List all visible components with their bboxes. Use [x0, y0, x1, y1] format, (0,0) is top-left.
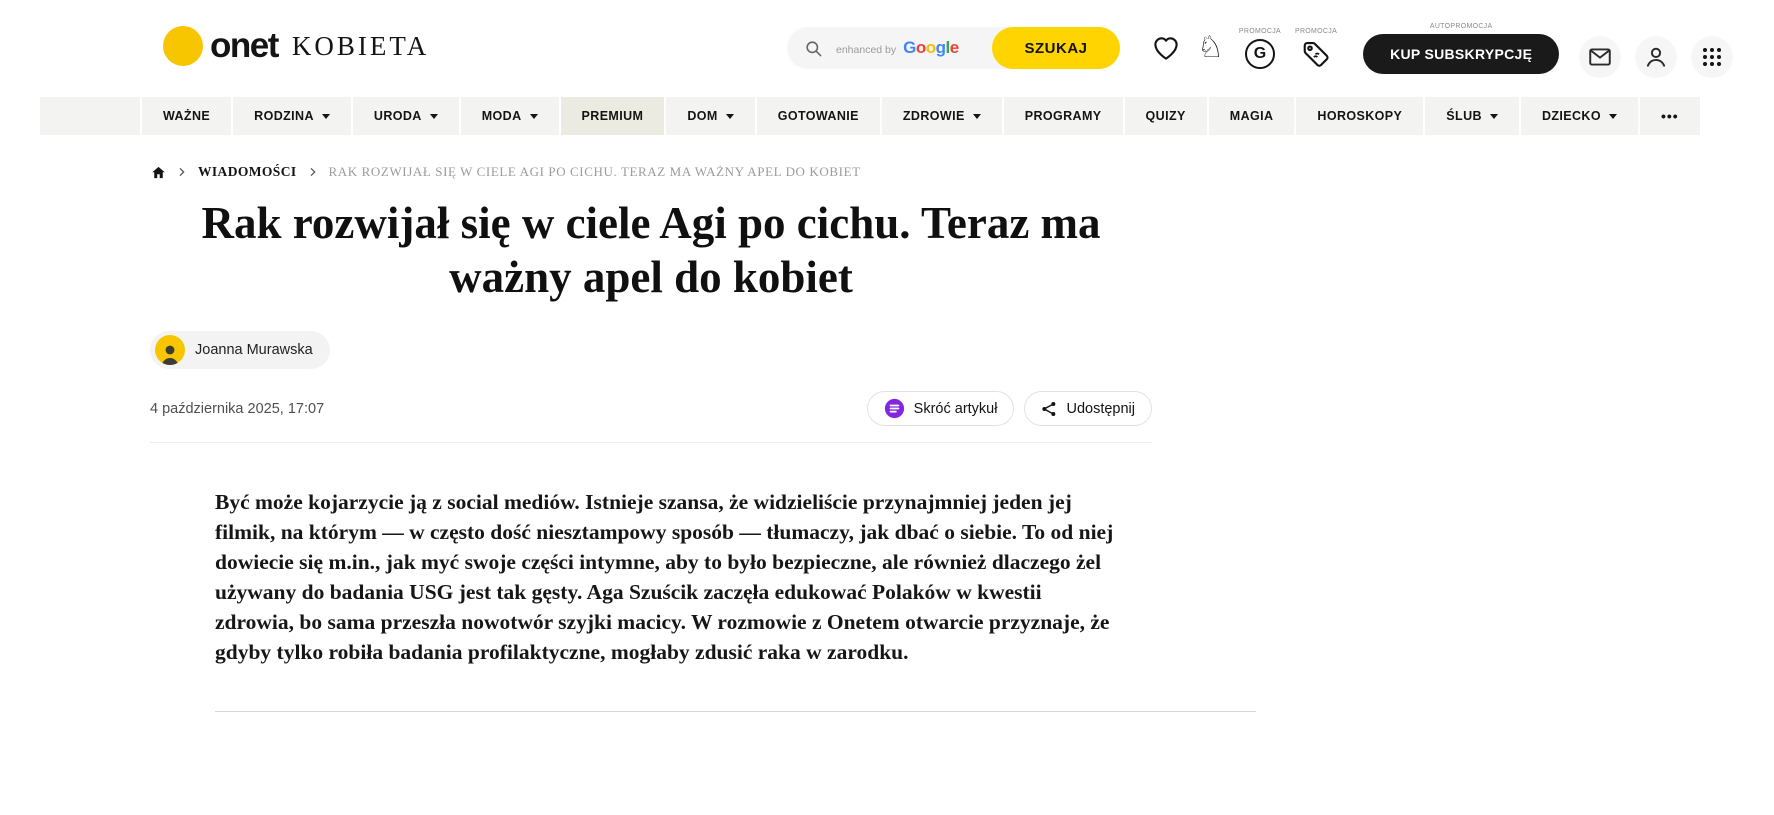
g-promo-icon: G — [1244, 38, 1275, 69]
games-button[interactable]: ♘ — [1181, 33, 1224, 63]
heart-icon — [1154, 37, 1178, 60]
nav-item-moda[interactable]: MODA — [460, 97, 559, 135]
article-actions: Skróć artykuł Udostępnij — [866, 391, 1152, 426]
chevron-down-icon — [1489, 113, 1498, 119]
nav-item-zdrowie[interactable]: ZDROWIE — [881, 97, 1002, 135]
site-logo[interactable]: onet KOBIETA — [163, 26, 429, 66]
user-icon — [1647, 47, 1666, 67]
chevron-right-icon — [179, 168, 185, 176]
account-button[interactable] — [1635, 36, 1678, 78]
nav-item-wazne[interactable]: WAŻNE — [142, 97, 232, 135]
chevron-down-icon — [321, 113, 330, 119]
apps-menu-button[interactable] — [1691, 36, 1734, 78]
logo-section-text: KOBIETA — [291, 30, 430, 61]
person-icon — [161, 345, 179, 365]
nav-item-dom[interactable]: DOM — [666, 97, 755, 135]
breadcrumb-current: RAK ROZWIJAŁ SIĘ W CIELE AGI PO CICHU. T… — [328, 164, 861, 179]
logo-brand-text: onet — [210, 26, 279, 65]
chess-knight-icon: ♘ — [1197, 31, 1224, 64]
chevron-down-icon — [529, 113, 538, 119]
share-icon — [1042, 401, 1056, 416]
apps-grid-icon — [1703, 48, 1722, 66]
onet-logo-icon — [163, 26, 203, 66]
author-row: Joanna Murawska — [150, 331, 1152, 370]
price-tag-icon — [1303, 41, 1329, 67]
nav-item-horoskopy[interactable]: HOROSKOPY — [1296, 97, 1424, 135]
search-placeholder: enhanced by G o o g l e — [836, 38, 959, 57]
nav-item-magia[interactable]: MAGIA — [1208, 97, 1295, 135]
chevron-down-icon — [429, 113, 438, 119]
share-button[interactable]: Udostępnij — [1024, 391, 1152, 426]
search-icon — [806, 40, 822, 56]
search-button[interactable]: SZUKAJ — [992, 27, 1120, 69]
article-lead: Być może kojarzycie ją z social mediów. … — [215, 490, 1114, 664]
site-header: onet KOBIETA enhanced by G o o g l e SZU… — [0, 0, 1774, 97]
nav-item-premium[interactable]: PREMIUM — [560, 97, 665, 135]
promo-g-button[interactable]: PROMOCJA G — [1239, 28, 1281, 69]
mail-icon — [1589, 48, 1611, 66]
main-nav: WAŻNE RODZINA URODA MODA PREMIUM DOM GOT… — [40, 97, 1736, 135]
breadcrumb: WIADOMOŚCI RAK ROZWIJAŁ SIĘ W CIELE AGI … — [151, 162, 861, 182]
article: Rak rozwijał się w ciele Agi po cichu. T… — [150, 196, 1256, 712]
newsletter-button[interactable] — [1579, 36, 1622, 78]
nav-item-rodzina[interactable]: RODZINA — [233, 97, 351, 135]
article-title: Rak rozwijał się w ciele Agi po cichu. T… — [201, 198, 1101, 302]
home-link[interactable] — [151, 165, 166, 180]
author-link[interactable]: Joanna Murawska — [150, 331, 330, 369]
buy-subscription-button[interactable]: KUP SUBSKRYPCJĘ — [1363, 33, 1560, 74]
nav-item-gotowanie[interactable]: GOTOWANIE — [756, 97, 880, 135]
section-divider — [215, 711, 1256, 712]
nav-item-quizy[interactable]: QUIZY — [1124, 97, 1207, 135]
subscribe-group: AUTOPROMOCJA KUP SUBSKRYPCJĘ — [1363, 23, 1560, 74]
chevron-down-icon — [972, 113, 981, 119]
home-icon — [152, 166, 165, 178]
article-meta-row: 4 października 2025, 17:07 Skróć artykuł… — [150, 391, 1152, 443]
summarize-article-button[interactable]: Skróć artykuł — [866, 391, 1015, 426]
nav-more-button[interactable]: ••• — [1640, 97, 1700, 135]
publish-date: 4 października 2025, 17:07 — [150, 400, 325, 417]
nav-item-uroda[interactable]: URODA — [352, 97, 459, 135]
nav-item-programy[interactable]: PROGRAMY — [1003, 97, 1123, 135]
breadcrumb-section-link[interactable]: WIADOMOŚCI — [198, 164, 297, 180]
nav-item-slub[interactable]: ŚLUB — [1425, 97, 1519, 135]
page: onet KOBIETA enhanced by G o o g l e SZU… — [0, 0, 1774, 815]
author-name: Joanna Murawska — [195, 342, 313, 358]
nav-filler — [40, 97, 140, 135]
header-icon-row: ♘ PROMOCJA G PROMOCJA AUTOPROMOCJA KUP S… — [1143, 18, 1734, 78]
chevron-down-icon — [1609, 113, 1617, 119]
promo-deals-button[interactable]: PROMOCJA — [1295, 28, 1337, 69]
google-logo: G — [903, 38, 916, 57]
chevron-right-icon — [310, 168, 316, 176]
author-avatar — [155, 335, 185, 365]
search-bar[interactable]: enhanced by G o o g l e SZUKAJ — [787, 27, 1120, 69]
ai-summary-icon — [884, 398, 904, 419]
favorites-button[interactable] — [1151, 33, 1181, 63]
chevron-down-icon — [725, 113, 734, 119]
nav-item-dziecko[interactable]: DZIECKO — [1520, 97, 1638, 135]
